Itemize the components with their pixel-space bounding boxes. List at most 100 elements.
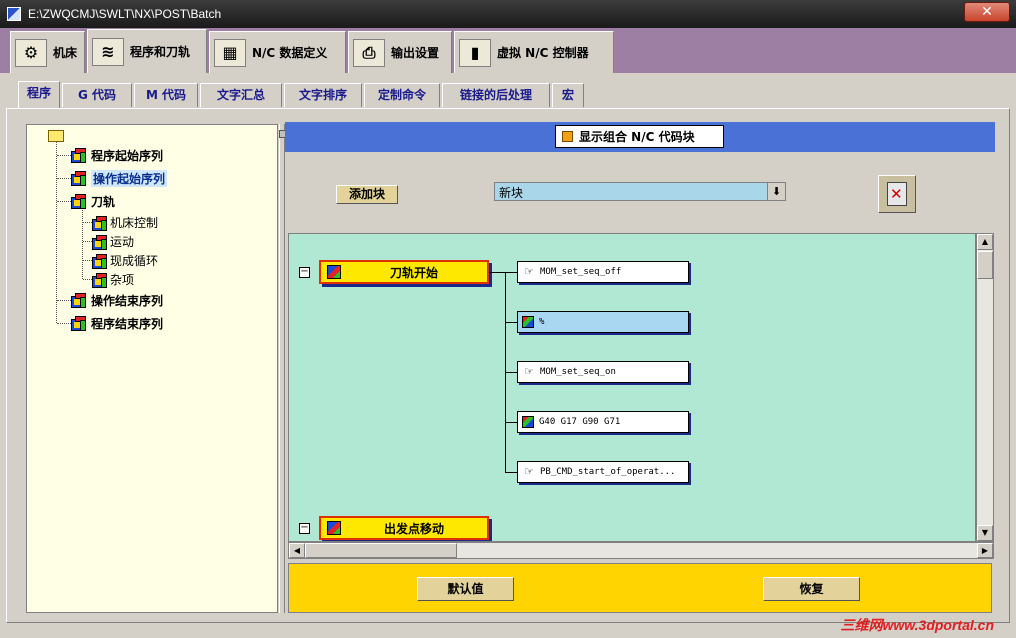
tree-item-label: 杂项 xyxy=(110,273,135,287)
command-label: PB_CMD_start_of_operat... xyxy=(540,467,676,477)
tree-connector xyxy=(56,142,57,323)
block-cube-icon xyxy=(522,416,534,428)
tab-label: N/C 数据定义 xyxy=(252,46,328,60)
connector-line xyxy=(489,272,505,273)
restore-button[interactable]: 恢复 xyxy=(763,577,860,601)
tree-item-label: 操作起始序列 xyxy=(91,170,168,187)
tree-item-operation-end[interactable]: 操作结束序列 xyxy=(71,292,163,309)
trash-button[interactable] xyxy=(878,175,916,213)
tree-connector xyxy=(57,155,71,156)
event-icon xyxy=(327,521,341,535)
block-select[interactable]: 新块 ⬇ xyxy=(494,182,786,201)
show-combined-toggle[interactable]: 显示组合 N/C 代码块 xyxy=(555,125,724,148)
block-cube-icon xyxy=(522,316,534,328)
scroll-thumb[interactable] xyxy=(977,251,993,279)
sequence-cube-icon xyxy=(92,253,107,269)
command-block[interactable]: ☞ PB_CMD_start_of_operat... xyxy=(517,461,689,483)
pane-splitter[interactable] xyxy=(279,124,285,613)
tree-item-program-end[interactable]: 程序结束序列 xyxy=(71,315,163,332)
collapse-icon[interactable]: − xyxy=(299,523,310,534)
dropdown-arrow-icon[interactable]: ⬇ xyxy=(767,183,785,200)
sequence-cube-icon xyxy=(71,147,87,164)
vertical-scrollbar[interactable]: ▲ ▼ xyxy=(976,233,994,542)
tree-item-label: 机床控制 xyxy=(110,216,159,230)
command-block[interactable]: G40 G17 G90 G71 xyxy=(517,411,689,433)
event-toolpath-start[interactable]: 刀轨开始 xyxy=(319,260,489,284)
bottom-bar: 默认值 恢复 xyxy=(288,563,992,613)
tab-nc-data[interactable]: ▦ N/C 数据定义 xyxy=(209,31,346,73)
tree-item-motion[interactable]: 运动 xyxy=(92,233,134,250)
event-initial-move[interactable]: 出发点移动 xyxy=(319,516,489,540)
tree-item-label: 刀轨 xyxy=(91,195,116,209)
block-select-value: 新块 xyxy=(499,186,524,200)
subtab-macro[interactable]: 宏 xyxy=(552,83,584,107)
sequence-cube-icon xyxy=(92,234,107,250)
command-block[interactable]: % xyxy=(517,311,689,333)
tree-item-toolpath[interactable]: 刀轨 xyxy=(71,193,115,210)
connector-line xyxy=(505,272,517,273)
printer-icon: ⎙ xyxy=(353,38,385,67)
main-tab-bar: ⚙ 机床 ≋ 程序和刀轨 ▦ N/C 数据定义 ⎙ 输出设置 ▮ 虚拟 N/C … xyxy=(0,28,1016,73)
tree-item-canned-cycle[interactable]: 现成循环 xyxy=(92,252,158,269)
subtab-word-sequencing[interactable]: 文字排序 xyxy=(284,83,362,107)
connector-line xyxy=(505,422,517,423)
nc-data-icon: ▦ xyxy=(214,38,246,67)
scroll-thumb[interactable] xyxy=(305,543,457,558)
tree-item-misc[interactable]: 杂项 xyxy=(92,271,134,288)
connector-line xyxy=(505,372,517,373)
show-combined-label: 显示组合 N/C 代码块 xyxy=(579,130,695,144)
hand-pointer-icon: ☞ xyxy=(524,365,534,378)
tab-machine[interactable]: ⚙ 机床 xyxy=(10,31,85,73)
tab-program-path[interactable]: ≋ 程序和刀轨 xyxy=(87,29,207,73)
tab-virtual-controller[interactable]: ▮ 虚拟 N/C 控制器 xyxy=(454,31,614,73)
connector-line xyxy=(505,472,517,473)
subtab-m-code[interactable]: M 代码 xyxy=(134,83,198,107)
program-path-icon: ≋ xyxy=(92,37,124,66)
tree-item-program-start[interactable]: 程序起始序列 xyxy=(71,147,163,164)
tree-item-label: 运动 xyxy=(110,235,135,249)
subtab-linked-posts[interactable]: 链接的后处理 xyxy=(442,83,550,107)
sequence-cube-icon xyxy=(92,215,107,231)
tree-connector xyxy=(57,201,71,202)
scroll-right-icon[interactable]: ▶ xyxy=(977,543,993,558)
hand-pointer-icon: ☞ xyxy=(524,465,534,478)
event-icon xyxy=(327,265,341,279)
tree-item-label: 现成循环 xyxy=(110,254,159,268)
subtab-g-code[interactable]: G 代码 xyxy=(62,83,132,107)
collapse-icon[interactable]: − xyxy=(299,267,310,278)
tab-label: 输出设置 xyxy=(391,46,440,60)
scroll-down-icon[interactable]: ▼ xyxy=(977,525,993,541)
window-title: E:\ZWQCMJ\SWLT\NX\POST\Batch xyxy=(28,7,222,21)
command-label: % xyxy=(539,317,545,327)
command-label: MOM_set_seq_off xyxy=(540,267,622,277)
horizontal-scrollbar[interactable]: ◀ ▶ xyxy=(288,542,994,559)
subtab-custom-command[interactable]: 定制命令 xyxy=(364,83,440,107)
sequence-cube-icon xyxy=(71,193,87,210)
sequence-cube-icon xyxy=(71,170,87,187)
app-icon xyxy=(7,7,21,21)
event-label: 刀轨开始 xyxy=(389,265,438,280)
command-block[interactable]: ☞ MOM_set_seq_off xyxy=(517,261,689,283)
tree-connector xyxy=(83,241,92,242)
add-block-button[interactable]: 添加块 xyxy=(336,185,398,204)
controller-icon: ▮ xyxy=(459,38,491,67)
subtab-word-summary[interactable]: 文字汇总 xyxy=(200,83,282,107)
tree-connector xyxy=(83,260,92,261)
scroll-left-icon[interactable]: ◀ xyxy=(289,543,305,558)
tab-output-settings[interactable]: ⎙ 输出设置 xyxy=(348,31,452,73)
command-block[interactable]: ☞ MOM_set_seq_on xyxy=(517,361,689,383)
tab-label: 程序和刀轨 xyxy=(130,45,191,59)
checkbox-icon[interactable] xyxy=(562,131,573,142)
default-button[interactable]: 默认值 xyxy=(417,577,514,601)
watermark: 三维网www.3dportal.cn xyxy=(840,617,995,633)
block-canvas: − 刀轨开始 ☞ MOM_set_seq_off % ☞ MOM_set_seq… xyxy=(288,233,976,542)
scroll-up-icon[interactable]: ▲ xyxy=(977,234,993,250)
sequence-cube-icon xyxy=(92,272,107,288)
tree-item-machine-control[interactable]: 机床控制 xyxy=(92,214,158,231)
subtab-program[interactable]: 程序 xyxy=(18,81,60,108)
close-button[interactable]: ✕ xyxy=(964,2,1010,22)
title-bar: E:\ZWQCMJ\SWLT\NX\POST\Batch ✕ xyxy=(0,0,1016,28)
tree-item-operation-start[interactable]: 操作起始序列 xyxy=(71,170,168,187)
tab-label: 机床 xyxy=(53,46,78,60)
tree-item-label: 程序起始序列 xyxy=(91,149,164,163)
